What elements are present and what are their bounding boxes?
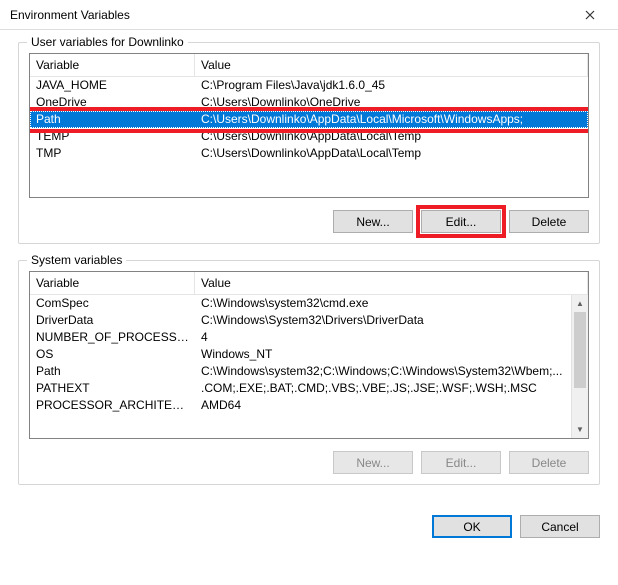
new-button[interactable]: New...	[333, 210, 413, 233]
table-header: Variable Value	[30, 54, 588, 77]
cell-variable: TMP	[30, 145, 195, 162]
table-row[interactable]: TEMP C:\Users\Downlinko\AppData\Local\Te…	[30, 128, 588, 145]
cell-variable: ComSpec	[30, 295, 195, 312]
dialog-content: User variables for Downlinko Variable Va…	[0, 30, 618, 515]
table-row[interactable]: ComSpec C:\Windows\system32\cmd.exe	[30, 295, 571, 312]
cell-variable: TEMP	[30, 128, 195, 145]
cell-value: Windows_NT	[195, 346, 571, 363]
new-button[interactable]: New...	[333, 451, 413, 474]
cell-value: .COM;.EXE;.BAT;.CMD;.VBS;.VBE;.JS;.JSE;.…	[195, 380, 571, 397]
delete-button[interactable]: Delete	[509, 210, 589, 233]
table-row[interactable]: Path C:\Windows\system32;C:\Windows;C:\W…	[30, 363, 571, 380]
cell-value: C:\Windows\System32\Drivers\DriverData	[195, 312, 571, 329]
cell-variable: OneDrive	[30, 94, 195, 111]
column-value[interactable]: Value	[195, 54, 588, 76]
system-variables-legend: System variables	[27, 253, 126, 267]
scrollbar[interactable]: ▲ ▼	[571, 295, 588, 438]
table-row[interactable]: PATHEXT .COM;.EXE;.BAT;.CMD;.VBS;.VBE;.J…	[30, 380, 571, 397]
system-variables-group: System variables Variable Value ComSpec …	[18, 260, 600, 485]
scroll-up-icon[interactable]: ▲	[572, 295, 588, 312]
table-row[interactable]: OneDrive C:\Users\Downlinko\OneDrive	[30, 94, 588, 111]
table-row[interactable]: JAVA_HOME C:\Program Files\Java\jdk1.6.0…	[30, 77, 588, 94]
table-header: Variable Value	[30, 272, 588, 295]
close-icon[interactable]	[570, 4, 610, 26]
cell-value: C:\Users\Downlinko\AppData\Local\Temp	[195, 128, 588, 145]
scroll-down-icon[interactable]: ▼	[572, 421, 588, 438]
cell-value: C:\Windows\system32;C:\Windows;C:\Window…	[195, 363, 571, 380]
system-variables-table[interactable]: Variable Value ComSpec C:\Windows\system…	[29, 271, 589, 439]
edit-button[interactable]: Edit...	[421, 210, 501, 233]
table-row[interactable]: TMP C:\Users\Downlinko\AppData\Local\Tem…	[30, 145, 588, 162]
cell-variable: DriverData	[30, 312, 195, 329]
user-variables-table[interactable]: Variable Value JAVA_HOME C:\Program File…	[29, 53, 589, 198]
edit-button[interactable]: Edit...	[421, 451, 501, 474]
cell-value: C:\Users\Downlinko\AppData\Local\Microso…	[195, 111, 588, 128]
user-variables-legend: User variables for Downlinko	[27, 35, 188, 49]
cell-value: C:\Windows\system32\cmd.exe	[195, 295, 571, 312]
cell-variable: PROCESSOR_ARCHITECTURE	[30, 397, 195, 414]
user-variables-group: User variables for Downlinko Variable Va…	[18, 42, 600, 244]
column-variable[interactable]: Variable	[30, 54, 195, 76]
column-value[interactable]: Value	[195, 272, 588, 294]
cancel-button[interactable]: Cancel	[520, 515, 600, 538]
titlebar: Environment Variables	[0, 0, 618, 30]
table-row[interactable]: OS Windows_NT	[30, 346, 571, 363]
user-variables-rows[interactable]: JAVA_HOME C:\Program Files\Java\jdk1.6.0…	[30, 77, 588, 197]
cell-value: C:\Program Files\Java\jdk1.6.0_45	[195, 77, 588, 94]
cell-value: C:\Users\Downlinko\AppData\Local\Temp	[195, 145, 588, 162]
scrollbar-track[interactable]	[572, 312, 588, 421]
column-variable[interactable]: Variable	[30, 272, 195, 294]
cell-variable: Path	[30, 363, 195, 380]
delete-button[interactable]: Delete	[509, 451, 589, 474]
system-buttons: New... Edit... Delete	[29, 451, 589, 474]
cell-variable: JAVA_HOME	[30, 77, 195, 94]
cell-variable: OS	[30, 346, 195, 363]
table-row-selected[interactable]: Path C:\Users\Downlinko\AppData\Local\Mi…	[30, 111, 588, 128]
table-row[interactable]: NUMBER_OF_PROCESSORS 4	[30, 329, 571, 346]
system-variables-rows[interactable]: ComSpec C:\Windows\system32\cmd.exe Driv…	[30, 295, 588, 438]
window-title: Environment Variables	[10, 8, 570, 22]
cell-variable: NUMBER_OF_PROCESSORS	[30, 329, 195, 346]
cell-value: AMD64	[195, 397, 571, 414]
table-row[interactable]: PROCESSOR_ARCHITECTURE AMD64	[30, 397, 571, 414]
cell-value: 4	[195, 329, 571, 346]
table-row[interactable]: DriverData C:\Windows\System32\Drivers\D…	[30, 312, 571, 329]
user-buttons: New... Edit... Delete	[29, 210, 589, 233]
scrollbar-thumb[interactable]	[574, 312, 586, 388]
cell-variable: PATHEXT	[30, 380, 195, 397]
cell-value: C:\Users\Downlinko\OneDrive	[195, 94, 588, 111]
cell-variable: Path	[30, 111, 195, 128]
ok-button[interactable]: OK	[432, 515, 512, 538]
dialog-buttons: OK Cancel	[0, 515, 618, 552]
